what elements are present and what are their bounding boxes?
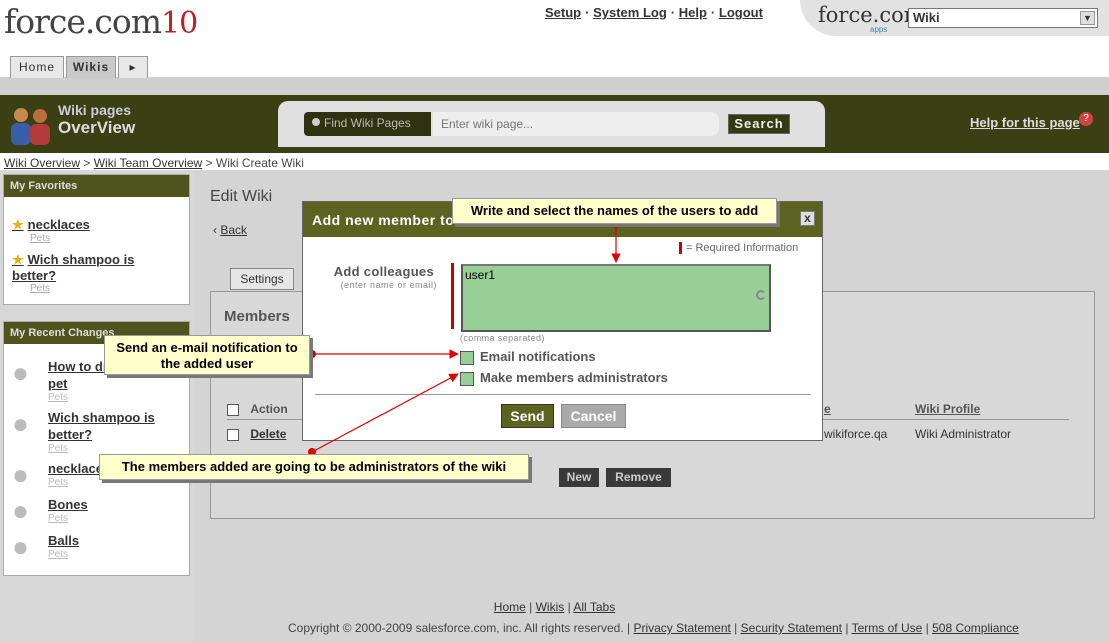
footer-home-link[interactable]: Home <box>494 600 526 614</box>
required-marker <box>679 242 682 255</box>
add-member-dialog: Add new member to x = Required Informati… <box>302 201 823 441</box>
row-checkbox[interactable] <box>227 428 239 441</box>
avatar-icon: ● <box>12 459 29 490</box>
back-link[interactable]: ‹ Back <box>213 223 247 237</box>
close-icon[interactable]: x <box>800 211 815 226</box>
divider <box>315 394 811 395</box>
favorite-item[interactable]: ★ necklaces Pets <box>12 217 90 244</box>
callout-select-users: Write and select the names of the users … <box>452 198 777 224</box>
members-title: Members <box>224 308 290 325</box>
make-admins-option[interactable]: Make members administrators <box>460 370 668 386</box>
favorite-item[interactable]: ★ Wich shampoo is better? Pets <box>12 252 172 294</box>
tab-wikis[interactable]: Wikis <box>66 56 116 78</box>
system-log-link[interactable]: System Log <box>593 5 667 20</box>
tab-settings[interactable]: Settings <box>230 268 294 290</box>
breadcrumb: Wiki Overview > Wiki Team Overview > Wik… <box>4 156 304 170</box>
tab-home[interactable]: Home <box>10 56 64 78</box>
star-icon: ★ <box>12 217 24 232</box>
copyright: Copyright © 2000-2009 salesforce.com, in… <box>288 621 624 635</box>
setup-link[interactable]: Setup <box>545 5 581 20</box>
required-info-note: = Required Information <box>679 242 798 255</box>
send-button[interactable]: Send <box>501 404 554 428</box>
select-all-checkbox[interactable] <box>227 403 239 416</box>
add-colleagues-label: Add colleagues <box>333 264 434 279</box>
footer-legal: Copyright © 2000-2009 salesforce.com, in… <box>288 621 1019 635</box>
avatar-icon: ● <box>12 531 29 562</box>
help-icon[interactable]: ? <box>1079 112 1093 126</box>
page-title: Edit Wiki <box>210 188 273 205</box>
footer-alltabs-link[interactable]: All Tabs <box>573 600 615 614</box>
search-input[interactable] <box>433 112 719 136</box>
colleagues-input[interactable]: user1 <box>461 264 771 332</box>
breadcrumb-wiki-overview[interactable]: Wiki Overview <box>4 156 80 170</box>
email-notifications-option[interactable]: Email notifications <box>460 349 596 365</box>
breadcrumb-team-overview[interactable]: Wiki Team Overview <box>94 156 202 170</box>
help-link[interactable]: Help <box>679 5 707 20</box>
callout-administrators: The members added are going to be admini… <box>99 454 529 480</box>
top-links: Setup · System Log · Help · Logout <box>545 5 763 20</box>
footer-wikis-link[interactable]: Wikis <box>536 600 565 614</box>
star-icon: ★ <box>12 252 24 267</box>
favorites-title: My Favorites <box>4 175 189 197</box>
comma-separated-hint: (comma separated) <box>460 333 545 343</box>
logo-anniversary-mark: 10 <box>161 6 198 41</box>
people-icon <box>11 108 50 145</box>
loading-icon <box>756 290 766 300</box>
add-colleagues-hint: (enter name or email) <box>340 280 437 290</box>
logout-link[interactable]: Logout <box>719 5 763 20</box>
app-switcher-area: force.com apps Wiki ▼ <box>800 0 1109 36</box>
help-for-page-link[interactable]: Help for this page <box>970 115 1080 130</box>
footer-links: Home | Wikis | All Tabs <box>493 600 616 614</box>
callout-email-notification: Send an e-mail notification to the added… <box>104 335 310 375</box>
avatar-icon: ● <box>12 357 29 388</box>
avatar-icon: ● <box>12 495 29 526</box>
favorites-panel: My Favorites ★ necklaces Pets ★ Wich shampo… <box>3 174 190 305</box>
find-wiki-pages-label: Find Wiki Pages <box>304 112 431 136</box>
app-selector[interactable]: Wiki ▼ <box>908 8 1098 28</box>
breadcrumb-current: Wiki Create Wiki <box>215 156 304 170</box>
privacy-link[interactable]: Privacy Statement <box>633 621 730 635</box>
make-admins-checkbox[interactable] <box>460 371 474 386</box>
search-icon <box>312 118 320 126</box>
chevron-down-icon: ▼ <box>1080 11 1095 25</box>
security-link[interactable]: Security Statement <box>741 621 842 635</box>
cancel-button[interactable]: Cancel <box>561 404 626 428</box>
avatar-icon: ● <box>12 408 29 439</box>
delete-link[interactable]: Delete <box>250 427 286 441</box>
tab-more[interactable]: ▸ <box>118 56 148 78</box>
wiki-page-title: Wiki pages OverView <box>58 102 136 137</box>
new-button[interactable]: New <box>559 468 599 487</box>
remove-button[interactable]: Remove <box>606 468 671 487</box>
sidebar: My Favorites ★ necklaces Pets ★ Wich shampo… <box>0 170 194 642</box>
tab-bar-background <box>0 77 1109 95</box>
email-notifications-checkbox[interactable] <box>460 350 474 365</box>
search-button[interactable]: Search <box>728 114 790 134</box>
terms-link[interactable]: Terms of Use <box>852 621 923 635</box>
compliance-link[interactable]: 508 Compliance <box>932 621 1019 635</box>
required-marker <box>451 263 454 329</box>
force-logo: force.com10 <box>4 2 198 41</box>
